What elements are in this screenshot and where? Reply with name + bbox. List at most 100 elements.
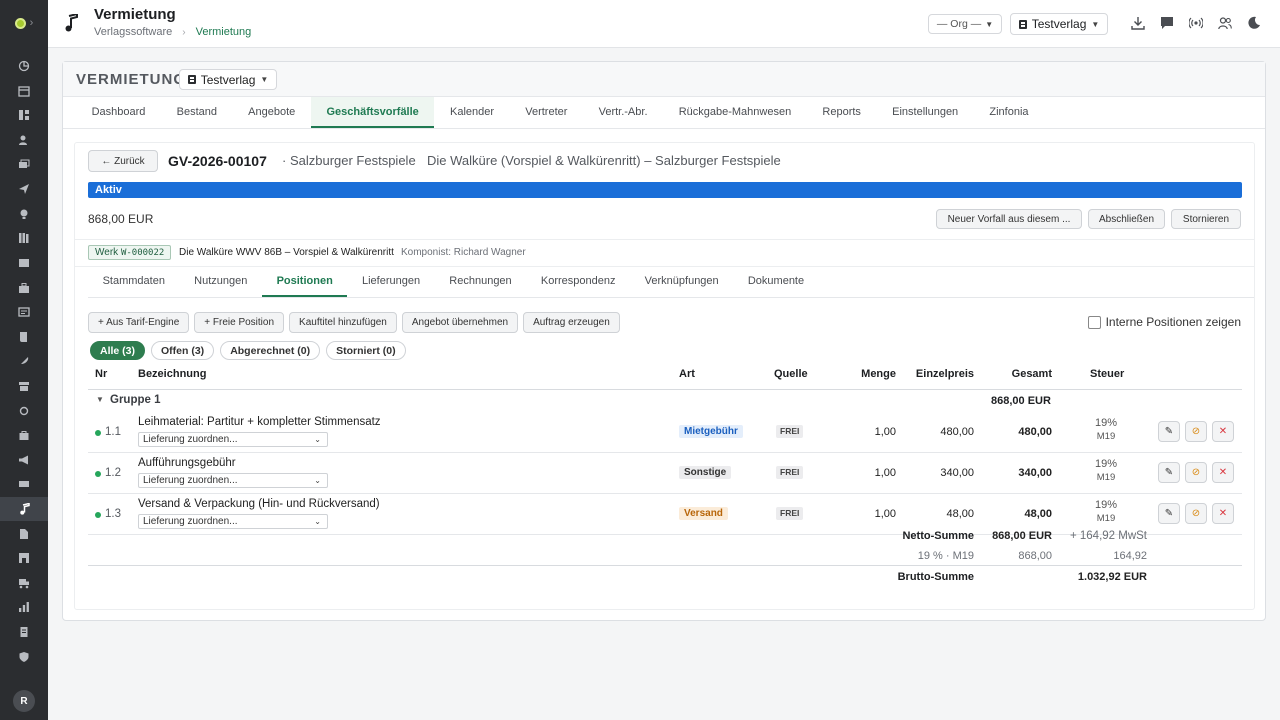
cancel-icon[interactable]: ⊘ bbox=[1185, 462, 1207, 483]
close-vorfall-button[interactable]: Abschließen bbox=[1088, 209, 1165, 229]
music-icon[interactable] bbox=[0, 496, 48, 522]
shield-icon[interactable] bbox=[0, 644, 48, 669]
tab-kalender[interactable]: Kalender bbox=[434, 97, 509, 128]
send-icon[interactable] bbox=[0, 177, 48, 202]
person-edit-icon[interactable] bbox=[0, 128, 48, 153]
tab-vertreter[interactable]: Vertreter bbox=[510, 97, 583, 128]
add-kauftitel-button[interactable]: Kauftitel hinzufügen bbox=[289, 312, 397, 333]
tab-reports[interactable]: Reports bbox=[807, 97, 877, 128]
pencil-icon[interactable]: ✎ bbox=[1158, 462, 1180, 483]
subtab-lieferungen[interactable]: Lieferungen bbox=[347, 267, 434, 297]
close-icon[interactable]: ✕ bbox=[1212, 503, 1234, 524]
megaphone-icon[interactable] bbox=[0, 448, 48, 473]
org-select[interactable]: — Org — ▼ bbox=[928, 14, 1002, 34]
layers-icon[interactable] bbox=[0, 152, 48, 177]
delivery-select[interactable]: Lieferung zuordnen... ⌄ bbox=[138, 432, 328, 447]
bag-icon[interactable] bbox=[0, 423, 48, 448]
chart-icon[interactable] bbox=[0, 54, 48, 79]
cancel-vorfall-button[interactable]: Stornieren bbox=[1171, 209, 1241, 229]
import-angebot-button[interactable]: Angebot übernehmen bbox=[401, 312, 519, 333]
breadcrumb-item[interactable]: Verlagssoftware bbox=[94, 26, 172, 38]
topbar-actions bbox=[1130, 14, 1262, 32]
table-row[interactable]: 1.1 Leihmaterial: Partitur + kompletter S… bbox=[88, 412, 1242, 453]
circle-icon[interactable] bbox=[0, 398, 48, 423]
bar-chart-icon[interactable] bbox=[0, 595, 48, 620]
interne-toggle[interactable]: Interne Positionen zeigen bbox=[1087, 315, 1241, 329]
cancel-icon[interactable]: ⊘ bbox=[1185, 421, 1207, 442]
image-icon[interactable] bbox=[0, 251, 48, 276]
subtab-korrespondenz[interactable]: Korrespondenz bbox=[526, 267, 630, 297]
tab-angebote[interactable]: Angebote bbox=[233, 97, 311, 128]
subtab-dokumente[interactable]: Dokumente bbox=[733, 267, 818, 297]
filter-all[interactable]: Alle (3) bbox=[90, 341, 146, 360]
row-name: Versand & Verpackung (Hin- und Rückversa… bbox=[138, 498, 380, 510]
briefcase-icon[interactable] bbox=[0, 275, 48, 300]
verlag-select[interactable]: Testverlag ▼ bbox=[1010, 13, 1108, 35]
caret-down-icon[interactable]: ▼ bbox=[96, 395, 104, 404]
pencil-icon[interactable]: ✎ bbox=[1158, 421, 1180, 442]
subtab-stammdaten[interactable]: Stammdaten bbox=[88, 267, 180, 297]
interne-checkbox[interactable] bbox=[1087, 315, 1101, 329]
subtab-positionen[interactable]: Positionen bbox=[261, 267, 348, 297]
users-icon[interactable] bbox=[1217, 14, 1233, 32]
werk-badge[interactable]: Werk W-000022 bbox=[88, 245, 172, 260]
tab-geschäftsvorfälle[interactable]: Geschäftsvorfälle bbox=[310, 97, 435, 128]
filter-open[interactable]: Offen (3) bbox=[151, 341, 215, 360]
bulb-icon[interactable] bbox=[0, 202, 48, 227]
store-icon[interactable] bbox=[0, 546, 48, 571]
delivery-select[interactable]: Lieferung zuordnen... ⌄ bbox=[138, 514, 328, 529]
group-row[interactable]: ▼ Gruppe 1 868,00 EUR bbox=[88, 390, 1242, 412]
row-actions: ✎ ⊘ ✕ bbox=[1158, 462, 1234, 483]
sidebar-header[interactable]: › bbox=[0, 0, 48, 46]
table-row[interactable]: 1.2 Aufführungsgebühr Lieferung zuordnen..… bbox=[88, 453, 1242, 494]
table-row[interactable]: 1.3 Versand & Verpackung (Hin- und Rückve… bbox=[88, 494, 1242, 535]
chevron-down-icon: ⌄ bbox=[314, 476, 321, 485]
truck-icon[interactable] bbox=[0, 570, 48, 595]
tab-einstellungen[interactable]: Einstellungen bbox=[877, 97, 974, 128]
film-icon[interactable] bbox=[0, 472, 48, 497]
tariff-engine-button[interactable]: + Aus Tarif-Engine bbox=[88, 312, 190, 333]
archive-icon[interactable] bbox=[0, 374, 48, 399]
moon-icon[interactable] bbox=[1246, 14, 1262, 32]
caret-down-icon: ▼ bbox=[260, 75, 269, 84]
news-icon[interactable] bbox=[0, 300, 48, 325]
tab-rückgabe-mahnwesen[interactable]: Rückgabe-Mahnwesen bbox=[663, 97, 807, 128]
books-icon[interactable] bbox=[0, 226, 48, 251]
art-badge: Sonstige bbox=[679, 466, 732, 479]
scroll-icon[interactable] bbox=[0, 325, 48, 350]
breadcrumb-current[interactable]: Vermietung bbox=[196, 26, 252, 38]
free-position-button[interactable]: + Freie Position bbox=[194, 312, 285, 333]
tab-zinfonia[interactable]: Zinfonia bbox=[974, 97, 1044, 128]
tab-vertr-abr-[interactable]: Vertr.-Abr. bbox=[583, 97, 663, 128]
card-verlag-select[interactable]: Testverlag ▼ bbox=[179, 69, 277, 90]
grid-icon[interactable] bbox=[0, 103, 48, 128]
pencil-icon[interactable]: ✎ bbox=[1158, 503, 1180, 524]
chevron-right-icon[interactable]: › bbox=[30, 17, 34, 29]
receipt-icon[interactable] bbox=[0, 620, 48, 645]
chat-icon[interactable] bbox=[1159, 14, 1175, 32]
subtab-verknüpfungen[interactable]: Verknüpfungen bbox=[630, 267, 733, 297]
delivery-select[interactable]: Lieferung zuordnen... ⌄ bbox=[138, 473, 328, 488]
row-menge: 1,00 bbox=[874, 508, 896, 520]
tab-dashboard[interactable]: Dashboard bbox=[76, 97, 161, 128]
row-name: Aufführungsgebühr bbox=[138, 457, 236, 469]
document-icon[interactable] bbox=[0, 521, 48, 546]
subtab-rechnungen[interactable]: Rechnungen bbox=[435, 267, 527, 297]
feather-icon[interactable] bbox=[0, 349, 48, 374]
avatar[interactable]: R bbox=[13, 690, 35, 712]
download-icon[interactable] bbox=[1130, 14, 1146, 32]
filter-billed[interactable]: Abgerechnet (0) bbox=[220, 341, 321, 360]
broadcast-icon[interactable] bbox=[1188, 14, 1204, 32]
new-vorfall-button[interactable]: Neuer Vorfall aus diesem ... bbox=[936, 209, 1082, 229]
tab-bestand[interactable]: Bestand bbox=[161, 97, 233, 128]
close-icon[interactable]: ✕ bbox=[1212, 421, 1234, 442]
filter-cancelled[interactable]: Storniert (0) bbox=[326, 341, 406, 360]
back-button[interactable]: ← Zurück bbox=[88, 150, 158, 172]
cancel-icon[interactable]: ⊘ bbox=[1185, 503, 1207, 524]
col-nr: Nr bbox=[95, 368, 108, 380]
create-auftrag-button[interactable]: Auftrag erzeugen bbox=[523, 312, 620, 333]
brutto-label: Brutto-Summe bbox=[897, 571, 974, 583]
calendar-icon[interactable] bbox=[0, 79, 48, 104]
subtab-nutzungen[interactable]: Nutzungen bbox=[180, 267, 262, 297]
close-icon[interactable]: ✕ bbox=[1212, 462, 1234, 483]
